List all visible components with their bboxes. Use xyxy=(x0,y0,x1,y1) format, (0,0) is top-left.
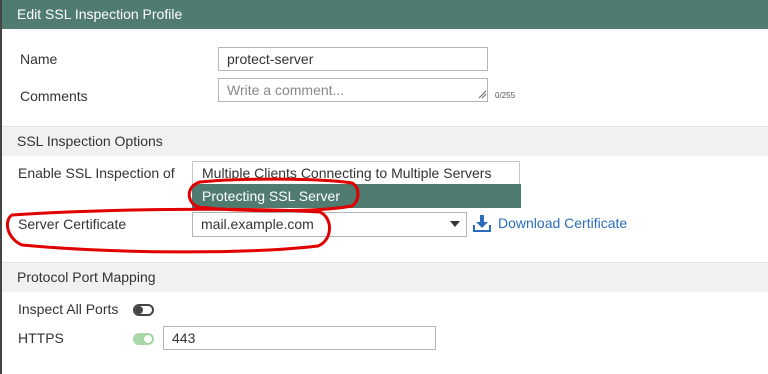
option-multiple-clients[interactable]: Multiple Clients Connecting to Multiple … xyxy=(192,161,520,185)
toggle-knob xyxy=(143,334,153,344)
chevron-down-icon xyxy=(450,221,460,227)
left-border xyxy=(0,0,2,374)
download-icon[interactable] xyxy=(473,214,491,232)
https-toggle[interactable] xyxy=(133,333,154,345)
page-title: Edit SSL Inspection Profile xyxy=(2,0,768,29)
server-certificate-label: Server Certificate xyxy=(18,216,127,232)
https-port-input[interactable]: 443 xyxy=(163,326,436,350)
section-protocol-port-mapping: Protocol Port Mapping xyxy=(2,262,768,292)
inspect-all-ports-label: Inspect All Ports xyxy=(18,301,119,317)
enable-ssl-inspection-label: Enable SSL Inspection of xyxy=(18,165,175,181)
server-certificate-value: mail.example.com xyxy=(201,216,314,232)
download-certificate-link[interactable]: Download Certificate xyxy=(498,215,627,231)
comments-counter: 0/255 xyxy=(495,91,516,100)
https-label: HTTPS xyxy=(18,330,64,346)
comments-label: Comments xyxy=(20,88,88,104)
comments-textarea[interactable]: Write a comment... xyxy=(218,78,488,102)
inspect-all-ports-toggle[interactable] xyxy=(133,304,154,316)
comments-placeholder: Write a comment... xyxy=(227,82,345,98)
option-protecting-ssl-server[interactable]: Protecting SSL Server xyxy=(192,184,521,208)
resize-handle-icon[interactable] xyxy=(477,89,487,99)
server-certificate-select[interactable]: mail.example.com xyxy=(192,212,467,237)
toggle-knob xyxy=(135,306,143,314)
section-ssl-inspection-options: SSL Inspection Options xyxy=(2,126,768,156)
name-input[interactable]: protect-server xyxy=(218,47,488,71)
name-label: Name xyxy=(20,51,58,67)
